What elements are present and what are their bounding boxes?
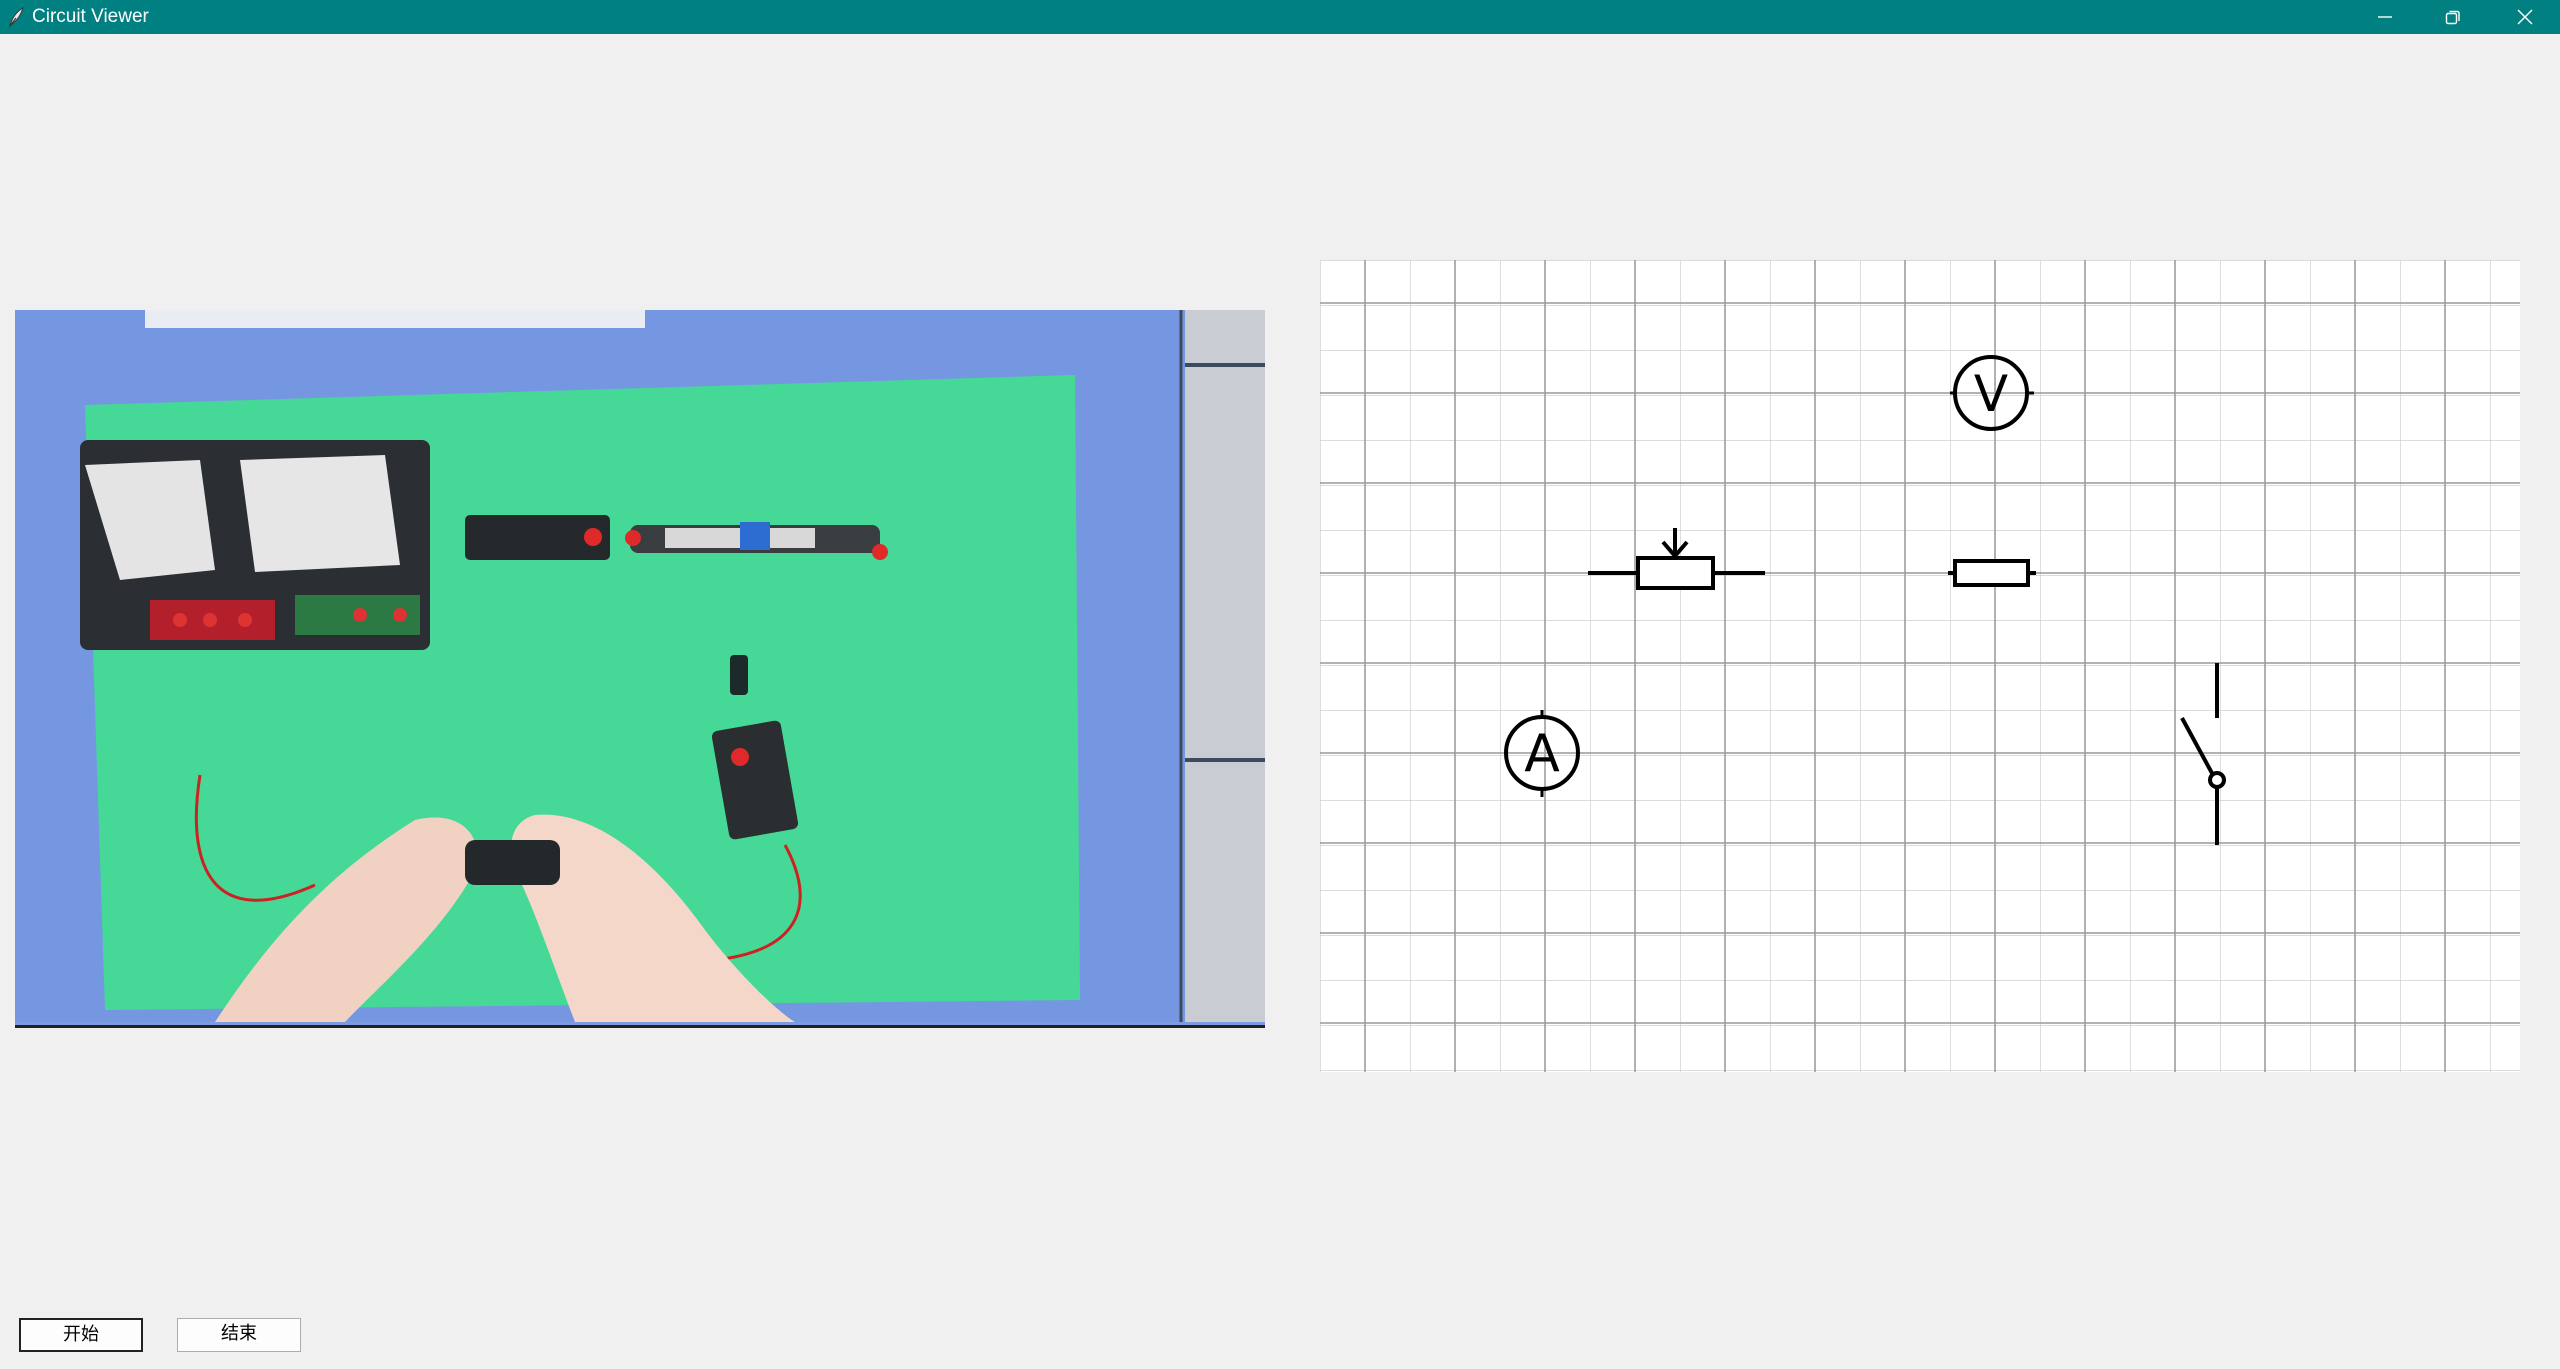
circuit-canvas[interactable]: V A xyxy=(1320,260,2520,1072)
voltmeter-label: V xyxy=(1974,365,2008,423)
minimize-icon xyxy=(2378,16,2392,18)
video-frame xyxy=(15,310,1265,1022)
end-button[interactable]: 结束 xyxy=(177,1318,301,1352)
minimize-button[interactable] xyxy=(2350,0,2420,34)
circuit-grid: V A xyxy=(1320,260,2520,1072)
ammeter-label: A xyxy=(1524,724,1560,784)
meter-device xyxy=(80,440,430,650)
video-feed xyxy=(15,310,1265,1028)
close-icon xyxy=(2517,9,2533,25)
start-button[interactable]: 开始 xyxy=(19,1318,143,1352)
close-button[interactable] xyxy=(2490,0,2560,34)
restore-button[interactable] xyxy=(2418,0,2488,34)
window-title: Circuit Viewer xyxy=(32,6,149,27)
restore-icon xyxy=(2445,10,2460,25)
battery-box xyxy=(465,515,610,560)
feather-icon xyxy=(9,6,24,28)
resistor-symbol[interactable] xyxy=(1948,559,2036,587)
title-bar: Circuit Viewer xyxy=(0,0,2560,34)
